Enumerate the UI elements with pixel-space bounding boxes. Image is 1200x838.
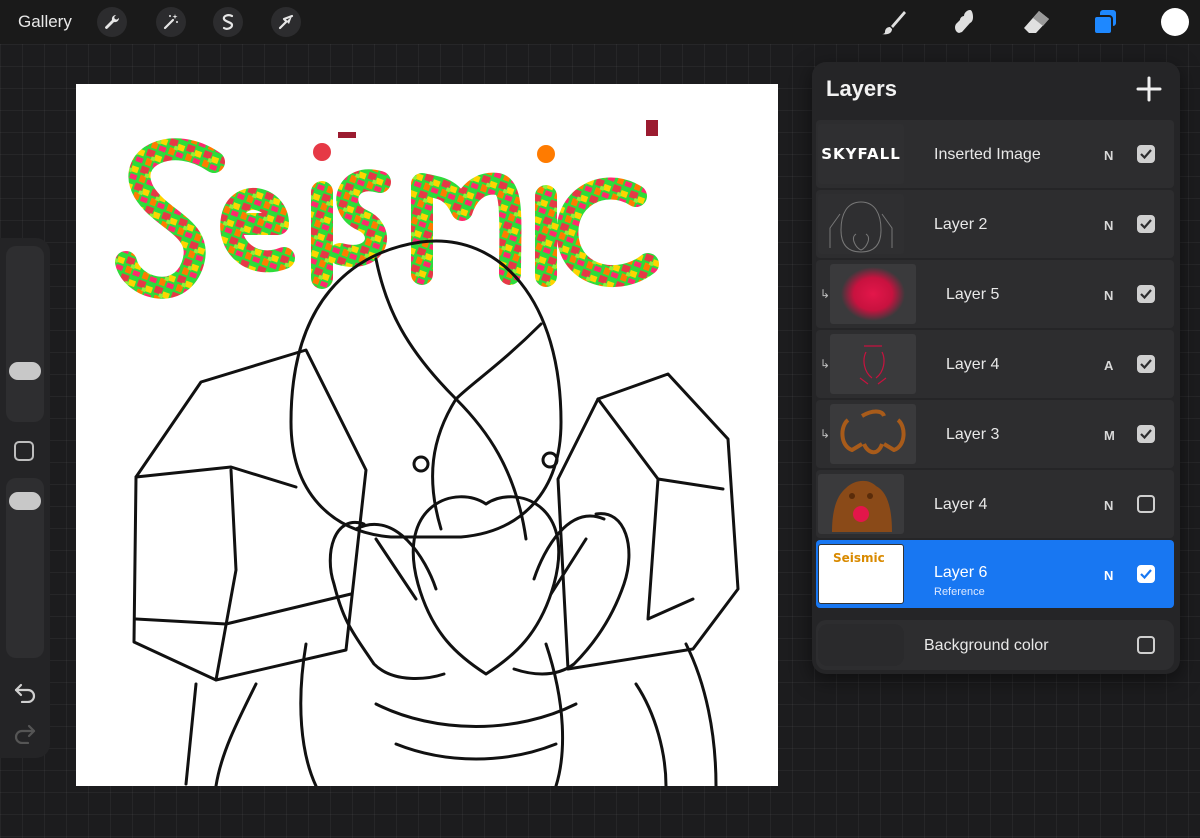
layers-icon[interactable]: [1090, 7, 1120, 37]
layer-name: Inserted Image: [934, 146, 1041, 163]
layer-name: Layer 3: [946, 426, 1000, 443]
visibility-checkbox[interactable]: [1137, 285, 1155, 303]
layer-thumbnail: [830, 264, 916, 324]
blend-mode-button[interactable]: M: [1104, 428, 1115, 443]
layer-thumbnail: [830, 334, 916, 394]
blend-mode-button[interactable]: A: [1104, 358, 1113, 373]
brush-size-slider[interactable]: [6, 246, 44, 422]
smudge-icon[interactable]: [950, 7, 980, 37]
undo-icon[interactable]: [13, 681, 37, 708]
layer-row[interactable]: ↳ Layer 3 M: [816, 400, 1174, 468]
opacity-handle[interactable]: [9, 492, 41, 510]
drawing-canvas[interactable]: [76, 84, 778, 786]
layer-row-selected[interactable]: Seismic Layer 6 Reference N: [816, 540, 1174, 608]
layer-row[interactable]: Layer 2 N: [816, 190, 1174, 258]
opacity-slider[interactable]: [6, 478, 44, 658]
layer-name: Layer 4: [946, 356, 1000, 373]
layer-thumbnail: SKYFALL: [818, 124, 904, 184]
color-picker-button[interactable]: [1161, 8, 1189, 36]
visibility-checkbox[interactable]: [1137, 565, 1155, 583]
layer-name: Layer 5: [946, 286, 1000, 303]
selection-icon[interactable]: [213, 7, 243, 37]
layer-row[interactable]: ↳ Layer 5 N: [816, 260, 1174, 328]
visibility-checkbox[interactable]: [1137, 145, 1155, 163]
clipping-mask-icon: ↳: [820, 357, 831, 371]
canvas-artwork: [115, 120, 740, 786]
visibility-checkbox[interactable]: [1137, 495, 1155, 513]
layer-row[interactable]: ↳ Layer 4 A: [816, 330, 1174, 398]
eraser-icon[interactable]: [1021, 7, 1051, 37]
gallery-button[interactable]: Gallery: [18, 12, 72, 32]
visibility-checkbox[interactable]: [1137, 355, 1155, 373]
transform-arrow-icon[interactable]: [271, 7, 301, 37]
layer-name: Layer 4: [934, 496, 988, 513]
background-color-swatch: [818, 624, 904, 666]
wrench-icon[interactable]: [97, 7, 127, 37]
layers-panel: Layers SKYFALL Inserted Image N Layer 2 …: [812, 62, 1180, 674]
modify-button[interactable]: [14, 441, 34, 461]
add-layer-button[interactable]: [1134, 74, 1164, 104]
visibility-checkbox[interactable]: [1137, 215, 1155, 233]
layer-thumbnail-text: SKYFALL: [821, 145, 901, 163]
layer-name: Layer 2: [934, 216, 988, 233]
left-sidebar: [0, 238, 50, 758]
blend-mode-button[interactable]: N: [1104, 498, 1113, 513]
robot-line-art: [132, 239, 740, 786]
plus-icon: [1136, 76, 1162, 102]
layer-thumbnail-text: Seismic: [833, 551, 885, 565]
layer-name: Layer 6: [934, 564, 988, 581]
clipping-mask-icon: ↳: [820, 287, 831, 301]
background-color-row[interactable]: Background color: [816, 620, 1174, 670]
layer-thumbnail: [818, 194, 904, 254]
layer-row[interactable]: Layer 4 N: [816, 470, 1174, 538]
seismic-title-art: [115, 138, 659, 299]
layer-thumbnail: Seismic: [818, 544, 904, 604]
brush-size-handle[interactable]: [9, 362, 41, 380]
redo-icon[interactable]: [13, 722, 37, 749]
blend-mode-button[interactable]: N: [1104, 148, 1113, 163]
visibility-checkbox[interactable]: [1137, 425, 1155, 443]
layer-name: Background color: [924, 637, 1049, 654]
top-toolbar: Gallery: [0, 0, 1200, 44]
layer-row[interactable]: SKYFALL Inserted Image N: [816, 120, 1174, 188]
magic-wand-icon[interactable]: [156, 7, 186, 37]
layers-panel-title: Layers: [826, 76, 897, 101]
brush-icon[interactable]: [879, 7, 909, 37]
layer-thumbnail: [830, 404, 916, 464]
visibility-checkbox[interactable]: [1137, 636, 1155, 654]
blend-mode-button[interactable]: N: [1104, 218, 1113, 233]
blend-mode-button[interactable]: N: [1104, 568, 1113, 583]
blend-mode-button[interactable]: N: [1104, 288, 1113, 303]
layer-thumbnail: [818, 474, 904, 534]
clipping-mask-icon: ↳: [820, 427, 831, 441]
layer-subtitle: Reference: [934, 586, 985, 598]
